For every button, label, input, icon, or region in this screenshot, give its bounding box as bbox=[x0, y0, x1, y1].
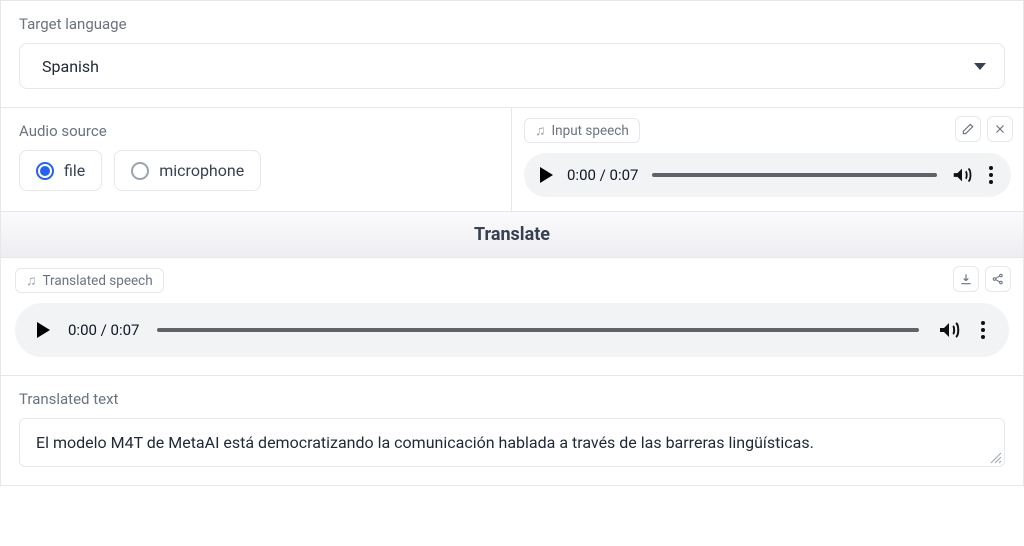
input-audio-seek[interactable] bbox=[652, 173, 937, 177]
share-icon bbox=[991, 272, 1005, 286]
target-language-section: Target language Spanish bbox=[0, 0, 1024, 107]
translate-button[interactable]: Translate bbox=[0, 211, 1024, 258]
translated-audio-seek[interactable] bbox=[157, 328, 919, 332]
radio-label: file bbox=[64, 161, 85, 180]
music-icon: ♫ bbox=[26, 272, 37, 289]
translated-speech-section: ♫ Translated speech 0:00 / 0:07 bbox=[0, 258, 1024, 376]
input-speech-label: Input speech bbox=[552, 123, 629, 139]
download-icon bbox=[959, 272, 973, 286]
audio-source-option-microphone[interactable]: microphone bbox=[114, 150, 261, 191]
more-icon[interactable] bbox=[979, 321, 987, 339]
translated-speech-badge: ♫ Translated speech bbox=[15, 268, 164, 293]
more-icon[interactable] bbox=[987, 166, 995, 184]
resize-handle-icon[interactable] bbox=[990, 452, 1002, 464]
chevron-down-icon bbox=[974, 63, 986, 70]
download-button[interactable] bbox=[953, 266, 979, 292]
translated-audio-player[interactable]: 0:00 / 0:07 bbox=[15, 303, 1009, 357]
input-audio-player[interactable]: 0:00 / 0:07 bbox=[524, 153, 1011, 197]
input-speech-section: ♫ Input speech 0:00 / 0:07 bbox=[512, 108, 1023, 211]
close-icon bbox=[993, 122, 1007, 136]
music-icon: ♫ bbox=[535, 122, 546, 139]
pencil-icon bbox=[961, 122, 975, 136]
radio-label: microphone bbox=[159, 161, 244, 180]
input-audio-time: 0:00 / 0:07 bbox=[567, 166, 638, 184]
audio-source-label: Audio source bbox=[19, 122, 493, 140]
translated-text-value: El modelo M4T de MetaAI está democratiza… bbox=[36, 433, 814, 452]
share-button[interactable] bbox=[985, 266, 1011, 292]
translated-text-section: Translated text El modelo M4T de MetaAI … bbox=[0, 376, 1024, 486]
translated-text-output[interactable]: El modelo M4T de MetaAI está democratiza… bbox=[19, 418, 1005, 467]
edit-button[interactable] bbox=[955, 116, 981, 142]
target-language-label: Target language bbox=[19, 15, 1005, 33]
volume-icon[interactable] bbox=[951, 164, 973, 186]
target-language-select[interactable]: Spanish bbox=[19, 43, 1005, 89]
play-icon[interactable] bbox=[37, 322, 50, 338]
translate-label: Translate bbox=[474, 224, 550, 245]
input-speech-badge: ♫ Input speech bbox=[524, 118, 640, 143]
translated-audio-time: 0:00 / 0:07 bbox=[68, 321, 139, 339]
audio-source-option-file[interactable]: file bbox=[19, 150, 102, 191]
clear-button[interactable] bbox=[987, 116, 1013, 142]
audio-source-section: Audio source file microphone bbox=[1, 108, 512, 211]
translated-speech-label: Translated speech bbox=[43, 273, 153, 289]
radio-icon bbox=[36, 162, 54, 180]
volume-icon[interactable] bbox=[937, 318, 961, 342]
translated-text-label: Translated text bbox=[19, 390, 1005, 408]
play-icon[interactable] bbox=[540, 167, 553, 183]
radio-icon bbox=[131, 162, 149, 180]
source-row: Audio source file microphone ♫ Input spe… bbox=[0, 107, 1024, 211]
audio-source-radio-group: file microphone bbox=[19, 150, 493, 191]
target-language-value: Spanish bbox=[42, 57, 99, 76]
